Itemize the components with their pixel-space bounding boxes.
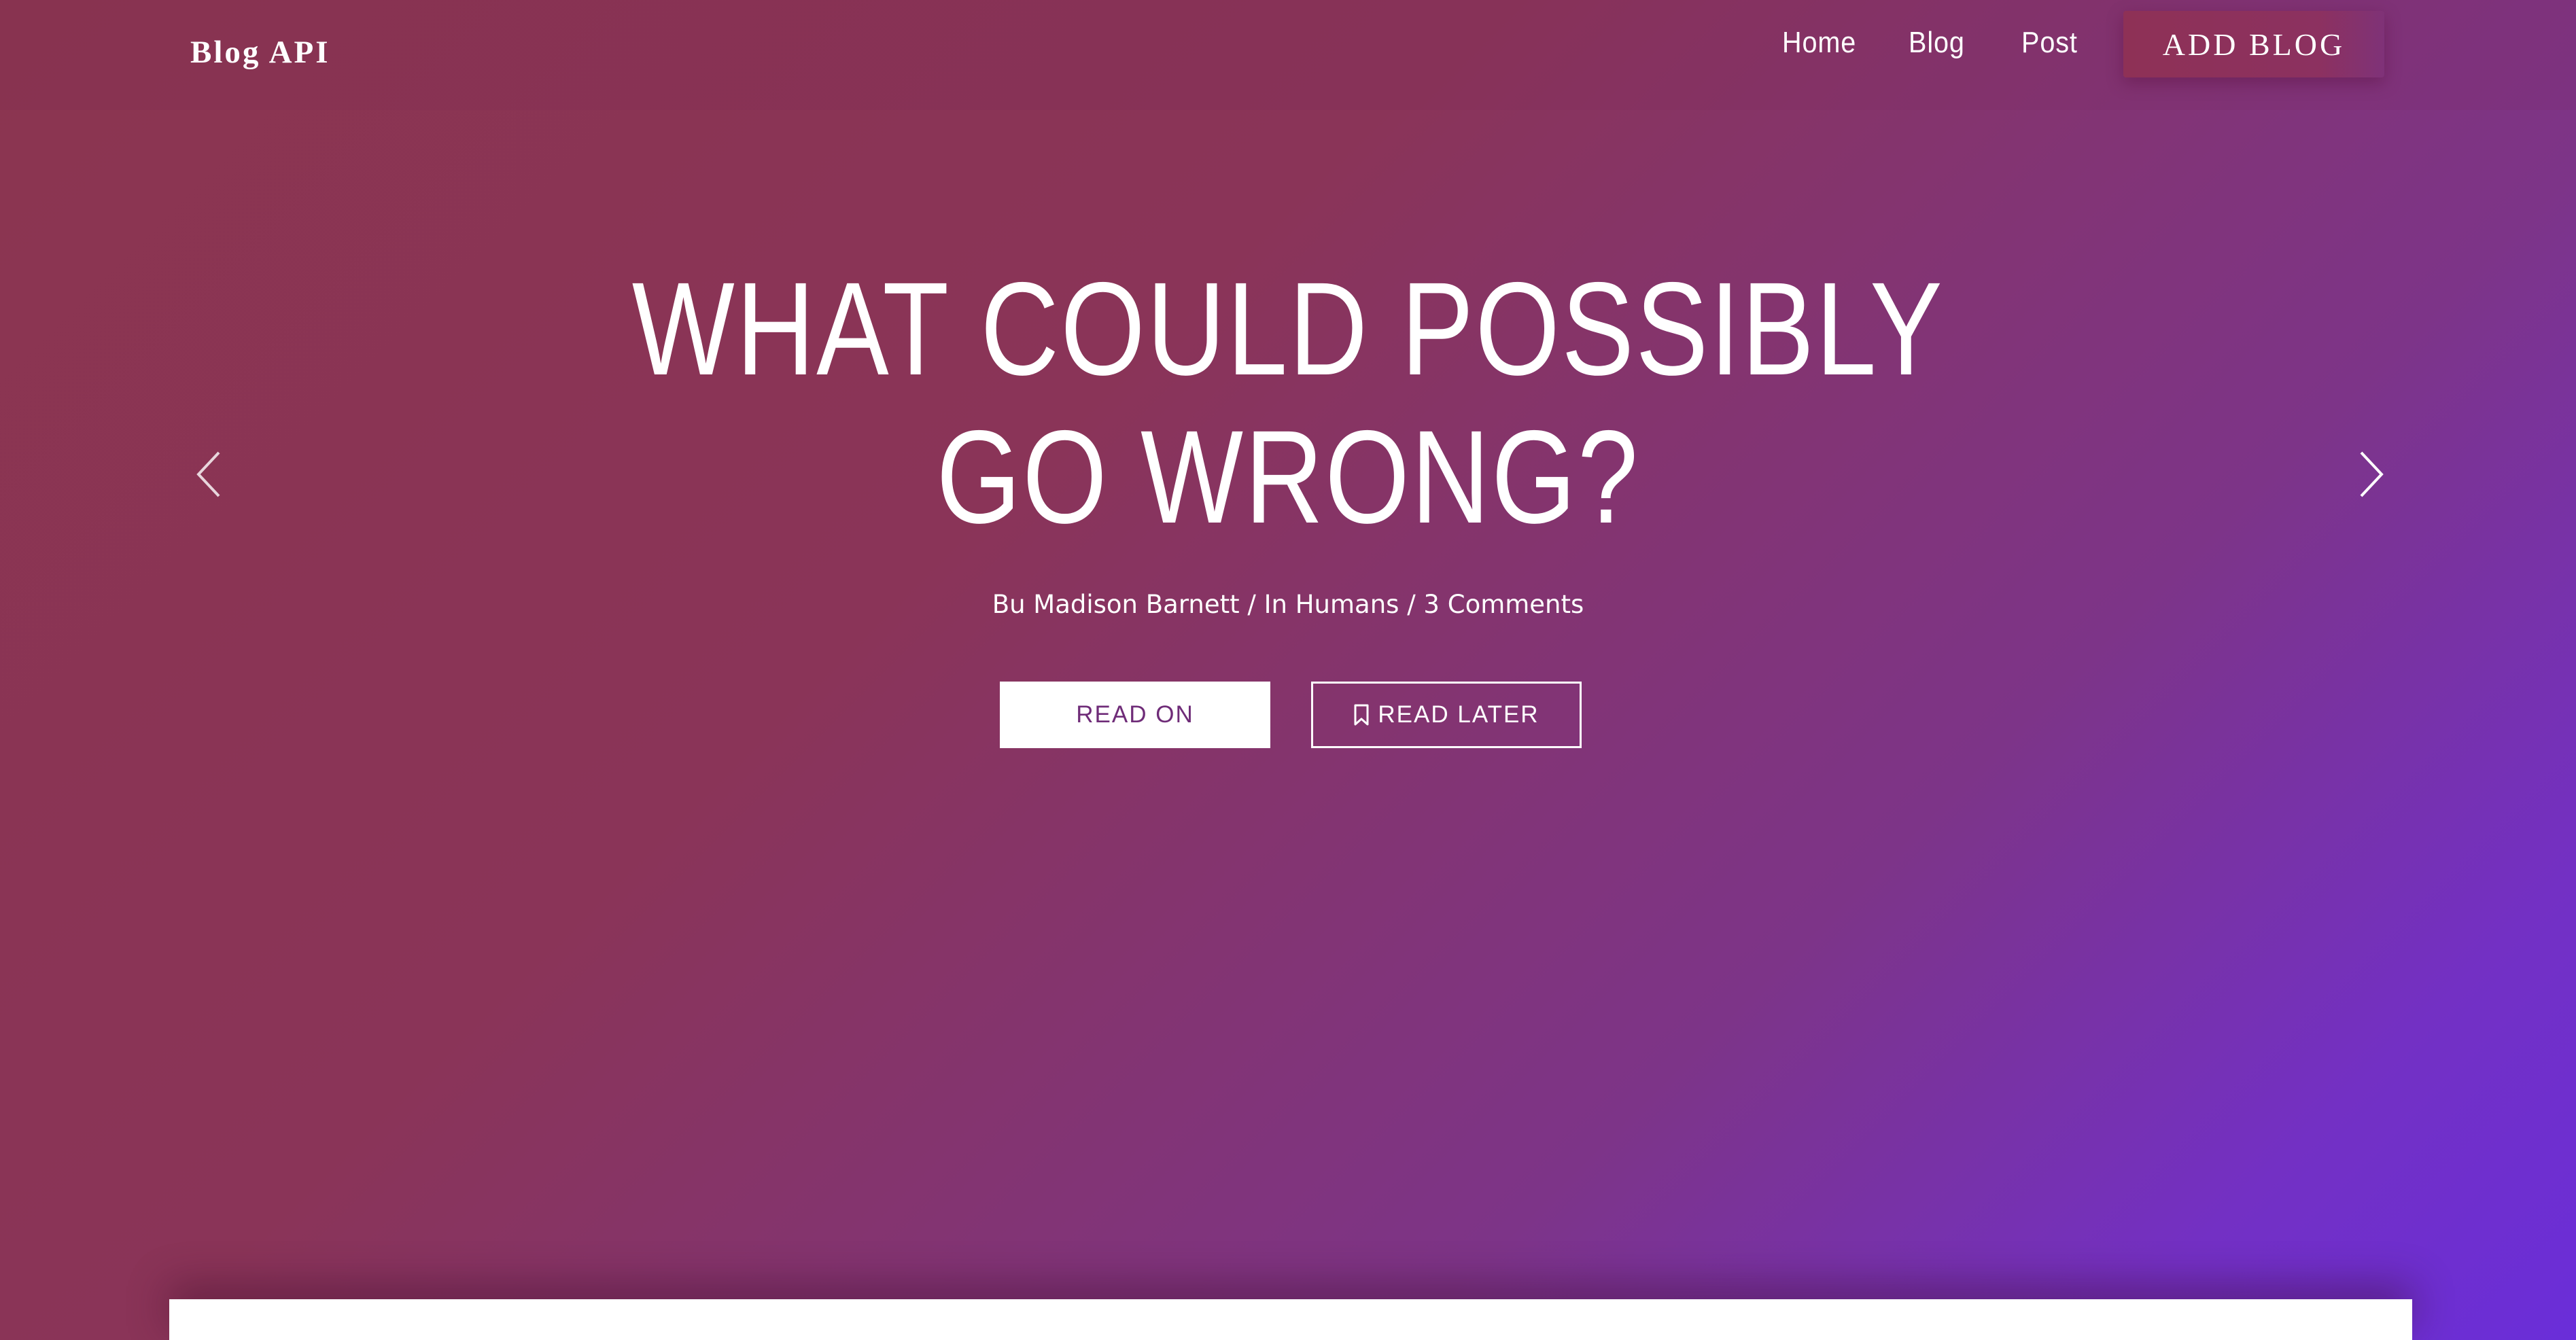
nav-post-link[interactable]: Post	[2021, 26, 2078, 60]
bookmark-icon	[1354, 704, 1369, 726]
chevron-right-icon	[2360, 451, 2384, 497]
read-on-label: READ ON	[1076, 701, 1194, 728]
nav-home-link[interactable]: Home	[1782, 26, 1856, 60]
content-card	[169, 1299, 2412, 1340]
brand-logo[interactable]: Blog API	[190, 34, 330, 71]
read-later-button[interactable]: READ LATER	[1311, 682, 1582, 748]
chevron-left-icon	[196, 451, 220, 497]
post-meta: Bu Madison Barnett / In Humans / 3 Comme…	[992, 590, 1584, 619]
add-blog-button[interactable]: ADD BLOG	[2123, 11, 2384, 77]
hero-title: WHAT COULD POSSIBLY GO WRONG?	[631, 255, 1945, 551]
carousel-next-button[interactable]	[2342, 447, 2397, 501]
read-later-label: READ LATER	[1378, 701, 1539, 728]
nav-blog-link[interactable]: Blog	[1909, 26, 1965, 60]
carousel-prev-button[interactable]	[184, 447, 238, 501]
read-on-button[interactable]: READ ON	[1000, 682, 1270, 748]
